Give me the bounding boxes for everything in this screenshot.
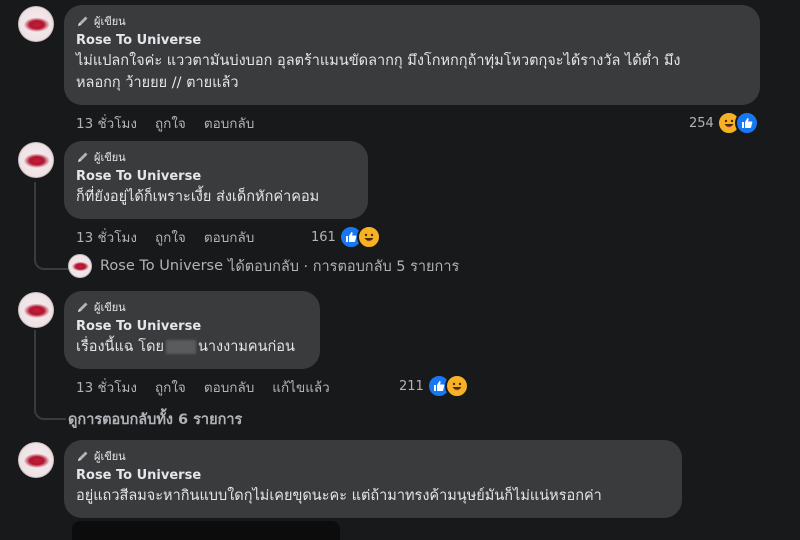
thread-line: [34, 182, 36, 252]
reply-button[interactable]: ตอบกลับ: [204, 112, 254, 134]
comment-text: หลอกกุ ว้ายยย // ตายแล้ว: [76, 75, 239, 91]
comment-text-part: นางงามคนก่อน: [197, 339, 295, 355]
reaction-summary[interactable]: 161: [311, 225, 381, 249]
attached-image[interactable]: [72, 521, 340, 540]
like-icon: [734, 111, 759, 135]
pencil-icon: [78, 16, 88, 26]
redacted-block: [165, 340, 196, 354]
pencil-icon: [78, 152, 88, 162]
reaction-count: 161: [311, 229, 336, 245]
comment-text: เรื่องนี้แฉ โดย นางงามคนก่อน: [76, 336, 308, 358]
comment-bubble: ผู้เขียน Rose To Universe อยู่แถวสีลมจะห…: [64, 440, 682, 518]
reaction-count: 254: [689, 115, 714, 131]
timestamp[interactable]: 13 ชั่วโมง: [76, 376, 137, 398]
haha-icon: [356, 225, 381, 249]
commenter-name[interactable]: Rose To Universe: [76, 168, 356, 186]
comment-text: ไม่แปลกใจค่ะ แววตามันบ่งบอก อุลตร้าแมนขั…: [76, 53, 681, 69]
like-button[interactable]: ถูกใจ: [155, 376, 186, 398]
avatar[interactable]: [18, 442, 54, 478]
like-button[interactable]: ถูกใจ: [155, 226, 186, 248]
comment-actions: 13 ชั่วโมง ถูกใจ ตอบกลับ แก้ไขแล้ว: [76, 376, 348, 398]
avatar[interactable]: [18, 292, 54, 328]
pencil-icon: [78, 302, 88, 312]
commenter-name[interactable]: Rose To Universe: [76, 32, 748, 50]
avatar: [68, 254, 92, 278]
pencil-icon: [78, 451, 88, 461]
thread-connector: [34, 252, 68, 270]
author-badge-label: ผู้เขียน: [94, 151, 126, 164]
author-badge-label: ผู้เขียน: [94, 450, 126, 463]
edited-label[interactable]: แก้ไขแล้ว: [272, 376, 329, 398]
reply-button[interactable]: ตอบกลับ: [204, 226, 254, 248]
like-button[interactable]: ถูกใจ: [155, 112, 186, 134]
thread-connector: [34, 330, 66, 420]
author-badge: ผู้เขียน: [76, 448, 670, 464]
view-all-replies-link[interactable]: ดูการตอบกลับทั้ง 6 รายการ: [68, 408, 242, 431]
reply-summary-text: ได้ตอบกลับ · การตอบกลับ 5 รายการ: [228, 258, 460, 275]
comment-bubble: ผู้เขียน Rose To Universe ก็ที่ยังอยู่ได…: [64, 141, 368, 219]
comment-text: ก็ที่ยังอยู่ได้ก็เพราะเงี้ย ส่งเด็กหักค่…: [76, 189, 320, 205]
author-badge: ผู้เขียน: [76, 13, 748, 29]
timestamp[interactable]: 13 ชั่วโมง: [76, 226, 137, 248]
comment-text-part: เรื่องนี้แฉ โดย: [76, 339, 164, 355]
reply-summary[interactable]: Rose To Universe ได้ตอบกลับ · การตอบกลับ…: [68, 254, 459, 278]
comment-text: อยู่แถวสีลมจะหากินแบบใดกุไม่เคยขุดนะคะ แ…: [76, 488, 602, 504]
reply-button[interactable]: ตอบกลับ: [204, 376, 254, 398]
author-badge: ผู้เขียน: [76, 299, 308, 315]
author-badge-label: ผู้เขียน: [94, 301, 126, 314]
reply-summary-name: Rose To Universe: [100, 258, 224, 274]
avatar[interactable]: [18, 6, 54, 42]
commenter-name[interactable]: Rose To Universe: [76, 318, 308, 336]
haha-icon: [444, 374, 469, 398]
avatar[interactable]: [18, 142, 54, 178]
comment-actions: 13 ชั่วโมง ถูกใจ ตอบกลับ: [76, 112, 272, 134]
commenter-name[interactable]: Rose To Universe: [76, 467, 670, 485]
timestamp[interactable]: 13 ชั่วโมง: [76, 112, 137, 134]
comment-actions: 13 ชั่วโมง ถูกใจ ตอบกลับ: [76, 226, 272, 248]
reaction-summary[interactable]: 254: [689, 111, 759, 135]
comment-bubble: ผู้เขียน Rose To Universe ไม่แปลกใจค่ะ แ…: [64, 5, 760, 105]
author-badge-label: ผู้เขียน: [94, 15, 126, 28]
comment-bubble: ผู้เขียน Rose To Universe เรื่องนี้แฉ โด…: [64, 291, 320, 369]
author-badge: ผู้เขียน: [76, 149, 356, 165]
reaction-count: 211: [399, 378, 424, 394]
reaction-summary[interactable]: 211: [399, 374, 469, 398]
